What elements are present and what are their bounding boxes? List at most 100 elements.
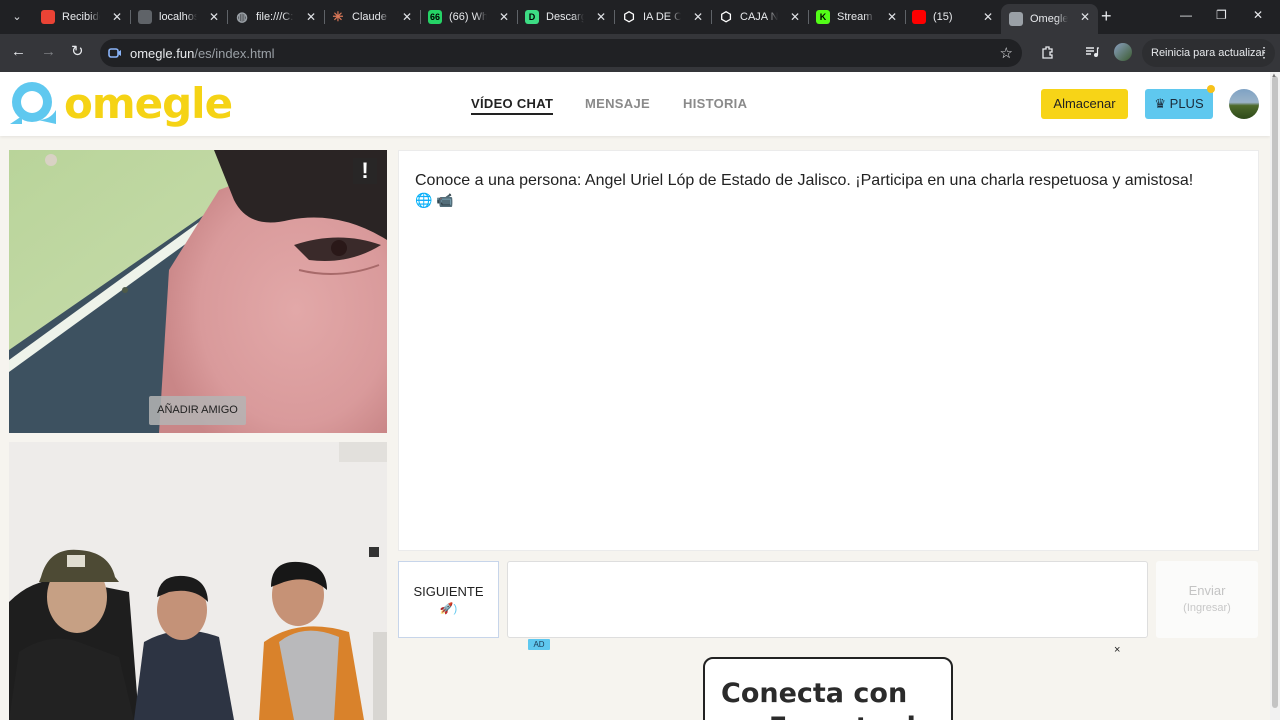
stranger-video-frame (9, 150, 387, 433)
url-text: omegle.fun/es/index.html (130, 46, 275, 61)
claude-icon: ✳ (332, 9, 344, 24)
omegle-logo[interactable]: omegle (8, 79, 233, 128)
browser-tab[interactable]: K Stream ✕ (808, 4, 905, 30)
close-tab-icon[interactable]: ✕ (596, 10, 606, 24)
close-tab-icon[interactable]: ✕ (306, 10, 316, 24)
tab-search-icon[interactable]: ⌄ (6, 6, 28, 28)
browser-tab[interactable]: D Descargar ✕ (517, 4, 614, 30)
close-tab-icon[interactable]: ✕ (693, 10, 703, 24)
extensions-icon[interactable] (1041, 45, 1055, 62)
close-tab-icon[interactable]: ✕ (790, 10, 800, 24)
page-icon (138, 10, 152, 24)
browser-toolbar: ← → ↻ omegle.fun/es/index.html ☆ Reinici… (0, 34, 1280, 72)
report-button[interactable]: ! (353, 158, 377, 184)
hex-icon: ⬡ (720, 9, 732, 24)
scroll-up-icon[interactable]: ▲ (1271, 73, 1277, 79)
browser-tab[interactable]: ◍ file:///C: ✕ (227, 4, 324, 30)
chat-log: Conoce a una persona: Angel Uriel Lóp de… (398, 150, 1259, 551)
nav-message[interactable]: MENSAJE (585, 96, 650, 111)
reload-icon[interactable]: ↻ (71, 43, 84, 61)
site-header: omegle VÍDEO CHAT MENSAJE HISTORIA Almac… (0, 72, 1270, 136)
browser-tab[interactable]: 66 (66) WhatsApp ✕ (420, 4, 517, 30)
notification-dot (1207, 85, 1215, 93)
nav-video-chat[interactable]: VÍDEO CHAT (471, 96, 554, 115)
browser-tab[interactable]: ⬡ IA DE CA ✕ (614, 4, 711, 30)
close-tab-icon[interactable]: ✕ (887, 10, 897, 24)
ad-close-icon[interactable]: × (1114, 644, 1120, 656)
next-button[interactable]: SIGUIENTE 🚀) (398, 561, 499, 638)
ad-banner[interactable]: Conecta con un Experto de (703, 657, 953, 720)
stranger-video: ! AÑADIR AMIGO (9, 150, 387, 433)
browser-tab-title: file:///C: (256, 11, 294, 23)
logo-wordmark: omegle (64, 79, 233, 128)
hex-icon: ⬡ (623, 9, 635, 24)
d-icon: D (525, 10, 539, 24)
minimize-icon[interactable]: — (1180, 8, 1192, 22)
omegle-icon (1009, 12, 1023, 26)
nav-history[interactable]: HISTORIA (683, 96, 747, 111)
chat-message-icons: 🌐 📹 (415, 192, 454, 209)
youtube-icon (912, 10, 926, 24)
back-icon[interactable]: ← (11, 43, 26, 61)
self-video-frame (9, 442, 387, 720)
crown-icon: ♛ (1154, 96, 1167, 111)
close-tab-icon[interactable]: ✕ (499, 10, 509, 24)
close-tab-icon[interactable]: ✕ (1080, 10, 1090, 24)
next-button-hint: 🚀) (439, 603, 458, 615)
close-tab-icon[interactable]: ✕ (112, 10, 122, 24)
url-path: /es/index.html (194, 46, 275, 61)
profile-avatar-icon[interactable] (1114, 43, 1132, 61)
whatsapp-icon: 66 (428, 10, 442, 24)
browser-tab[interactable]: ⬡ CAJA NE ✕ (711, 4, 808, 30)
update-button[interactable]: Reinicia para actualizar (1142, 39, 1276, 67)
browser-tab-title: (15) (933, 11, 953, 23)
browser-tab[interactable]: (15) ✕ (904, 4, 1001, 30)
browser-tab-title: Stream (837, 11, 873, 23)
globe-icon: ◍ (236, 9, 248, 24)
address-bar[interactable]: omegle.fun/es/index.html ☆ (100, 39, 1022, 67)
send-button[interactable]: Enviar (Ingresar) (1156, 561, 1258, 638)
browser-tab[interactable]: Recibido ✕ (33, 4, 130, 30)
bookmark-star-icon[interactable]: ☆ (1000, 44, 1013, 62)
browser-tab-title: localhost (159, 11, 197, 23)
video-camera-icon: 📹 (436, 192, 454, 208)
plus-label: PLUS (1169, 96, 1204, 111)
send-button-label: Enviar (1188, 583, 1226, 598)
globe-icon: 🌐 (415, 192, 433, 208)
send-button-hint: (Ingresar) (1183, 602, 1231, 614)
browser-tab[interactable]: localhost ✕ (130, 4, 227, 30)
browser-tab-title: Recibido (62, 11, 100, 23)
close-tab-icon[interactable]: ✕ (209, 10, 219, 24)
close-tab-icon[interactable]: ✕ (402, 10, 412, 24)
scrollbar-thumb[interactable] (1272, 76, 1278, 708)
new-tab-button[interactable]: + (1101, 6, 1112, 26)
next-button-label: SIGUIENTE (413, 584, 484, 599)
browser-tab-title: Descargar (546, 11, 584, 23)
browser-menu-icon[interactable]: ⋮ (1257, 44, 1271, 61)
save-button[interactable]: Almacenar (1041, 89, 1128, 119)
ad-badge: AD (528, 639, 550, 650)
omegle-logo-icon (10, 82, 56, 124)
browser-tab-title: Claude (352, 11, 387, 23)
browser-tab-title: (66) WhatsApp (449, 11, 487, 23)
forward-icon[interactable]: → (41, 43, 56, 61)
browser-tab-title: IA DE CA (643, 11, 681, 23)
browser-tab-strip: ⌄ Recibido ✕ localhost ✕ ◍ file:///C: ✕ ✳ Claude… (0, 0, 1280, 34)
url-host: omegle.fun (130, 46, 195, 61)
browser-tab-title: CAJA NE (740, 11, 778, 23)
browser-tab[interactable]: Omegle ✕ (1001, 4, 1098, 34)
media-control-icon[interactable] (1085, 45, 1099, 62)
self-video (9, 442, 387, 720)
message-input[interactable] (507, 561, 1148, 638)
close-tab-icon[interactable]: ✕ (983, 10, 993, 24)
user-avatar[interactable] (1229, 89, 1259, 119)
system-intro-message: Conoce a una persona: Angel Uriel Lóp de… (415, 172, 1194, 189)
add-friend-button[interactable]: AÑADIR AMIGO (149, 396, 246, 425)
close-window-icon[interactable]: ✕ (1253, 8, 1263, 22)
site-info-icon[interactable] (108, 46, 122, 60)
browser-tab[interactable]: ✳ Claude ✕ (323, 4, 420, 30)
plus-button[interactable]: ♛ PLUS (1145, 89, 1213, 119)
restore-icon[interactable]: ❐ (1216, 8, 1227, 22)
kick-icon: K (816, 10, 830, 24)
ad-headline: Conecta con un Experto de (721, 678, 934, 720)
